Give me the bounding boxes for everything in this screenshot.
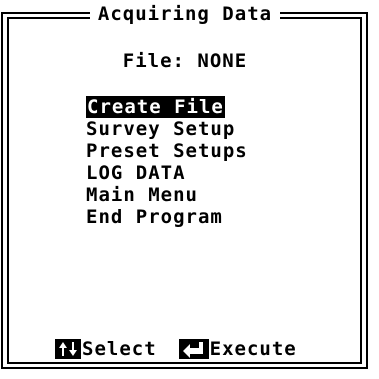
menu-item-label: Preset Setups <box>86 140 248 162</box>
main-menu-list: Create File Survey Setup Preset Setups L… <box>86 96 248 228</box>
enter-key-icon <box>178 339 209 359</box>
menu-item-end-program[interactable]: End Program <box>86 206 248 228</box>
current-file-label: File: NONE <box>122 50 248 72</box>
menu-item-label: Survey Setup <box>86 118 236 140</box>
window-title-text: Acquiring Data <box>89 3 281 25</box>
select-hint-label: Select <box>82 338 157 360</box>
menu-item-log-data[interactable]: LOG DATA <box>86 162 248 184</box>
menu-item-preset-setups[interactable]: Preset Setups <box>86 140 248 162</box>
menu-item-survey-setup[interactable]: Survey Setup <box>86 118 248 140</box>
window-title: Acquiring Data <box>0 2 370 26</box>
menu-item-label: End Program <box>86 206 223 228</box>
menu-item-main-menu[interactable]: Main Menu <box>86 184 248 206</box>
up-down-arrows-icon <box>55 339 81 359</box>
menu-item-label: Main Menu <box>86 184 198 206</box>
menu-item-label: LOG DATA <box>86 162 186 184</box>
menu-item-label: Create File <box>86 96 225 118</box>
key-hint-bar: Select Execute <box>55 337 297 361</box>
execute-hint-label: Execute <box>209 338 297 360</box>
menu-item-create-file[interactable]: Create File <box>86 96 248 118</box>
